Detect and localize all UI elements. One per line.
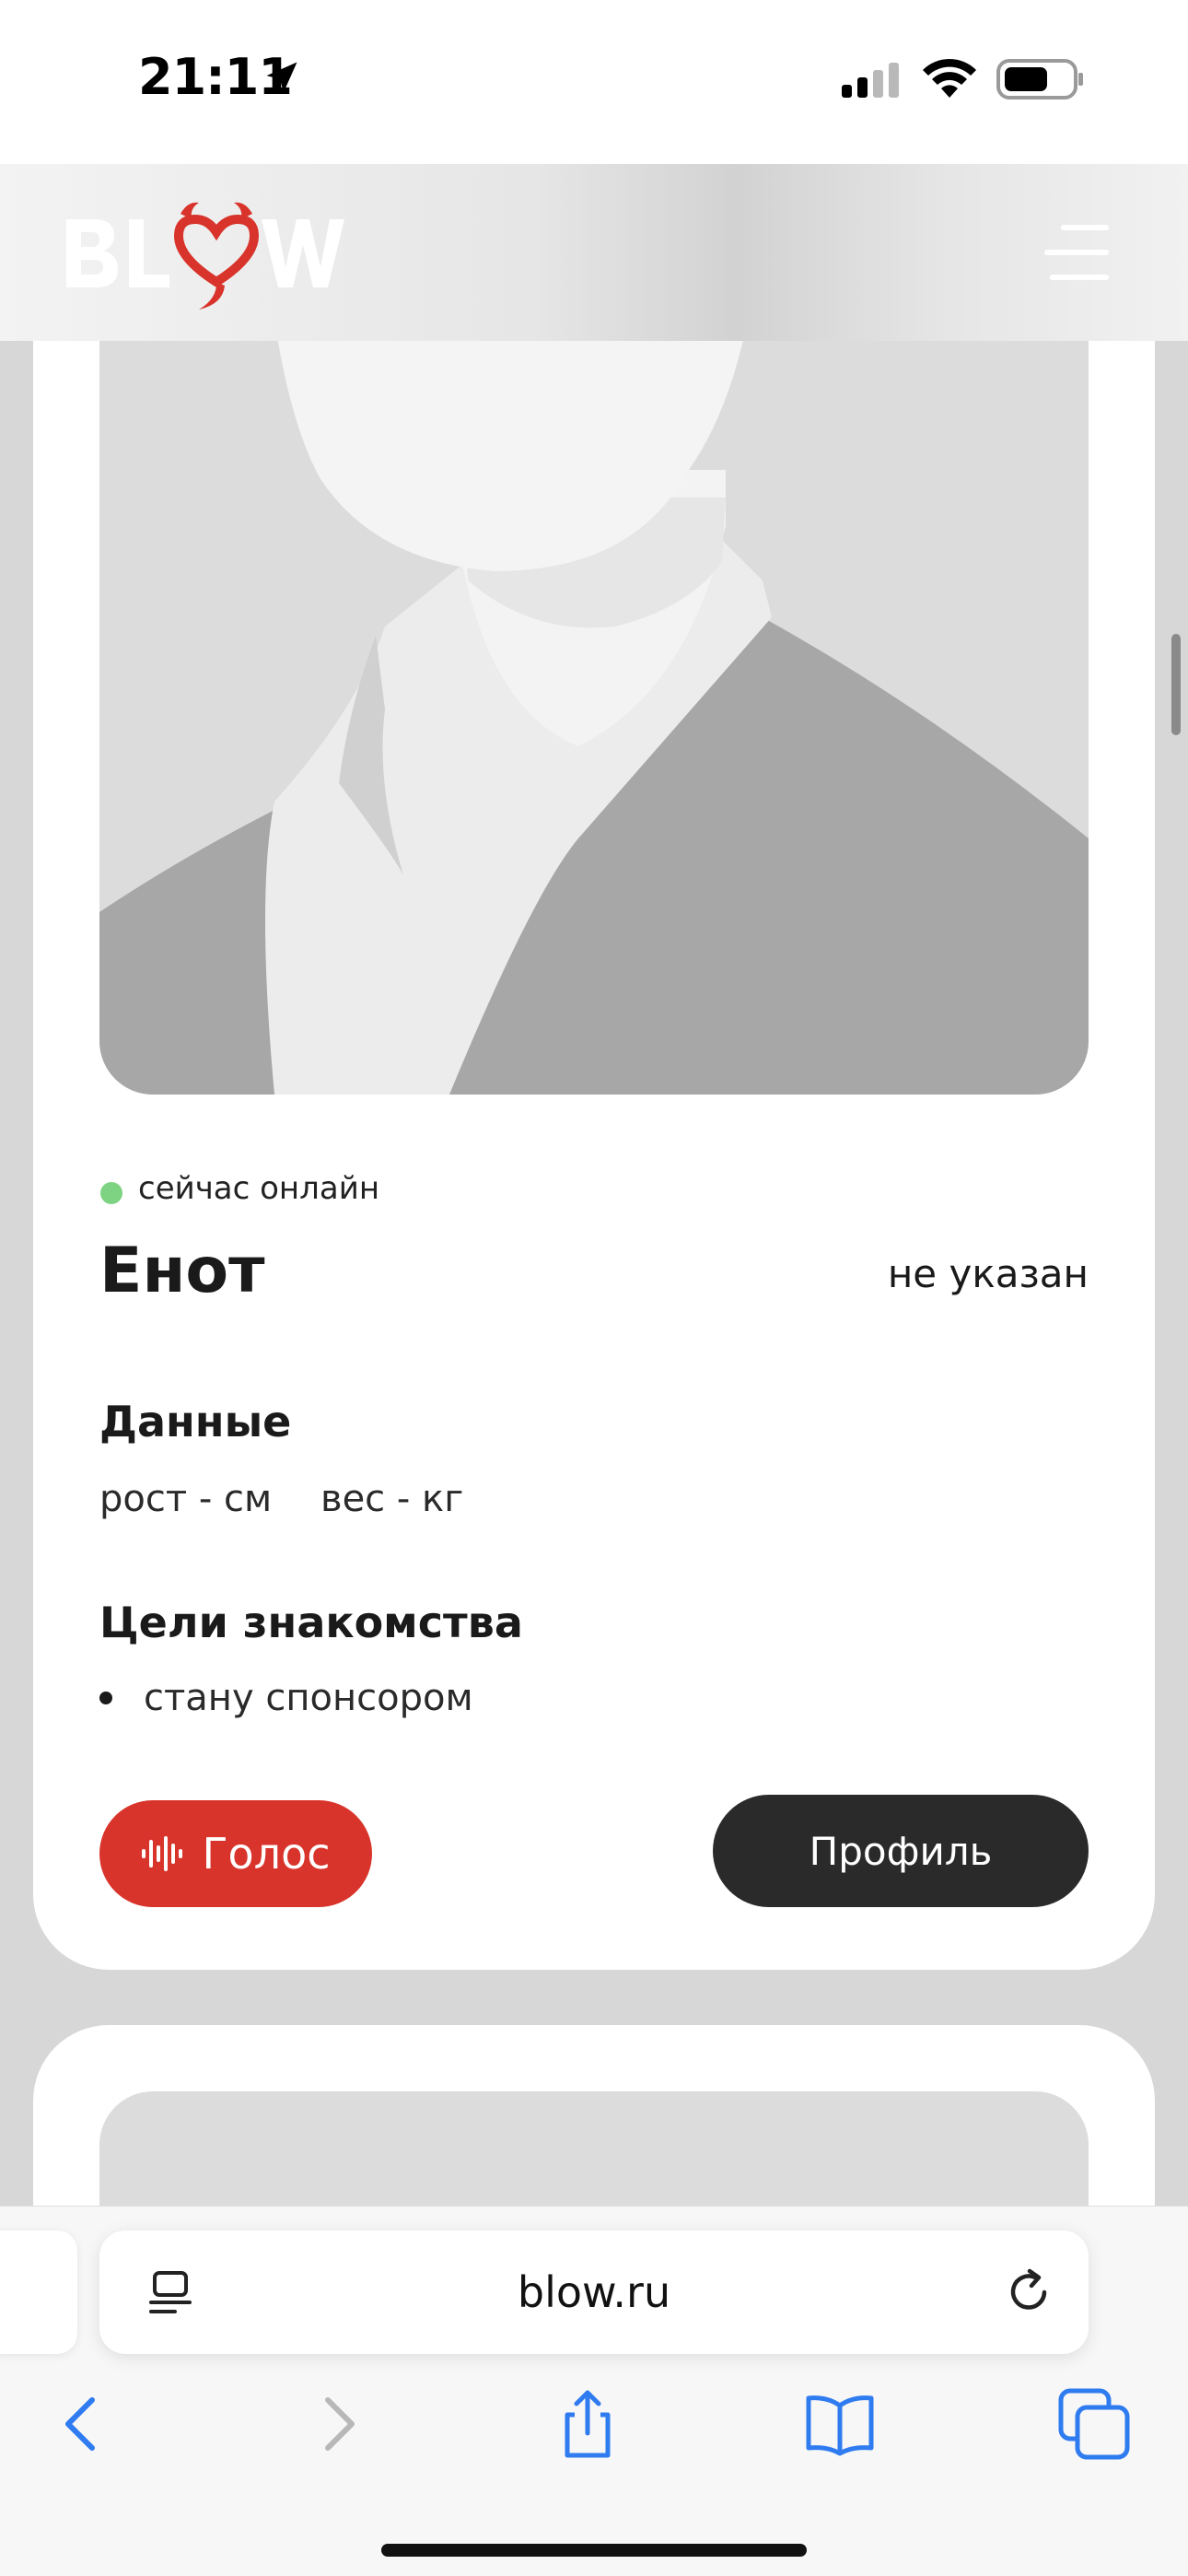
location-arrow-icon [266, 62, 297, 93]
blow-logo[interactable] [61, 195, 355, 313]
tabs-icon[interactable] [1057, 2387, 1131, 2461]
profile-name: Енот [99, 1235, 265, 1307]
status-bar: 21:11 [0, 0, 1188, 164]
height-value: рост - см [99, 1478, 273, 1520]
cellular-signal-icon [842, 63, 899, 98]
online-status-text: сейчас онлайн [138, 1170, 380, 1207]
browser-toolbar: blow.ru [0, 2206, 1188, 2576]
site-header [0, 164, 1188, 341]
bullet-icon [99, 1692, 112, 1704]
goal-text: стану спонсором [144, 1677, 473, 1719]
previous-tab-preview[interactable] [0, 2231, 77, 2354]
goal-list-item: стану спонсором [99, 1677, 473, 1719]
back-icon[interactable] [44, 2387, 118, 2461]
data-section-title: Данные [99, 1397, 292, 1446]
profile-button-label: Профиль [809, 1828, 993, 1874]
battery-icon [996, 59, 1083, 100]
profile-button[interactable]: Профиль [713, 1795, 1089, 1907]
menu-icon[interactable] [1042, 221, 1111, 284]
url-text: blow.ru [517, 2267, 671, 2317]
profile-gender: не указан [887, 1251, 1089, 1296]
voice-button[interactable]: Голос [99, 1800, 372, 1907]
home-indicator [381, 2544, 807, 2557]
wifi-icon [923, 58, 976, 98]
sound-wave-icon [142, 1836, 183, 1871]
address-bar[interactable]: blow.ru [99, 2231, 1089, 2354]
online-indicator [100, 1182, 122, 1204]
profile-card: сейчас онлайн Енот не указан Данные рост… [33, 193, 1155, 1970]
bookmarks-icon[interactable] [803, 2387, 877, 2461]
voice-button-label: Голос [202, 1829, 331, 1879]
forward-icon[interactable] [302, 2387, 376, 2461]
weight-value: вес - кг [320, 1478, 464, 1520]
reload-icon[interactable] [1004, 2267, 1054, 2317]
goals-section-title: Цели знакомства [99, 1598, 523, 1647]
scroll-indicator[interactable] [1171, 634, 1181, 735]
share-icon[interactable] [551, 2387, 624, 2461]
